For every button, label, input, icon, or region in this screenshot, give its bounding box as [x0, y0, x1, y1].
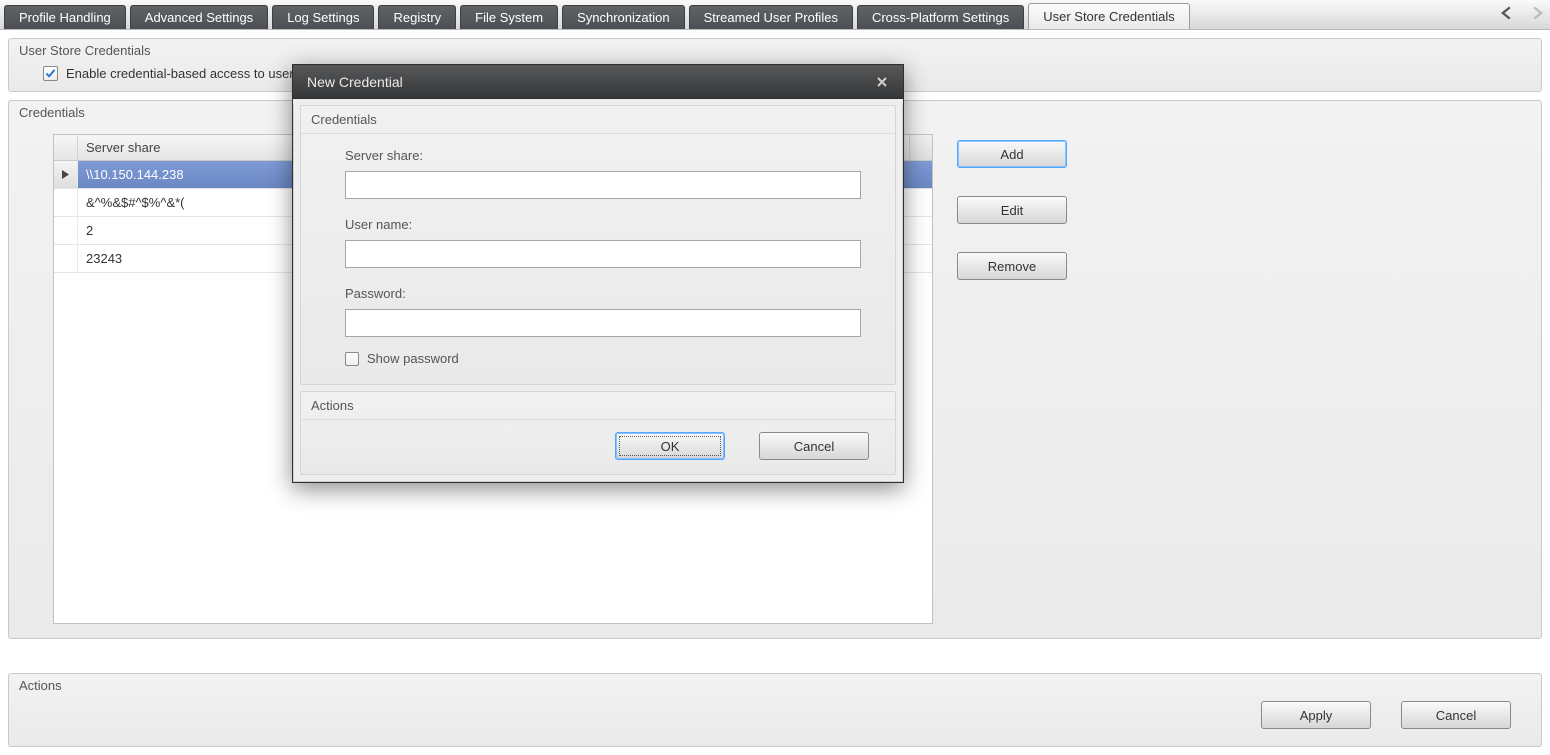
tab-scroll-right-icon [1530, 4, 1544, 22]
add-button[interactable]: Add [957, 140, 1067, 168]
dialog-credentials-section: Credentials Server share: User name: Pas… [300, 105, 896, 385]
tab-cross-platform-settings[interactable]: Cross-Platform Settings [857, 5, 1024, 29]
dialog-actions-section-title: Actions [301, 392, 895, 420]
row-selected-marker-icon [54, 161, 78, 188]
tab-user-store-credentials[interactable]: User Store Credentials [1028, 3, 1190, 29]
group-actions: Actions Apply Cancel [8, 673, 1542, 747]
password-label: Password: [345, 286, 851, 301]
tab-advanced-settings[interactable]: Advanced Settings [130, 5, 268, 29]
user-name-label: User name: [345, 217, 851, 232]
dialog-actions-section: Actions OK Cancel [300, 391, 896, 475]
actions-section-title: Actions [9, 674, 1541, 697]
dialog-credentials-section-title: Credentials [301, 106, 895, 134]
user-name-input[interactable] [345, 240, 861, 268]
cancel-button[interactable]: Cancel [1401, 701, 1511, 729]
remove-button[interactable]: Remove [957, 252, 1067, 280]
dialog-cancel-button[interactable]: Cancel [759, 432, 869, 460]
tab-strip: Profile Handling Advanced Settings Log S… [0, 0, 1550, 30]
tab-log-settings[interactable]: Log Settings [272, 5, 374, 29]
server-share-label: Server share: [345, 148, 851, 163]
enable-credential-access-checkbox[interactable] [43, 66, 58, 81]
new-credential-dialog: New Credential Credentials Server share:… [292, 64, 904, 483]
tab-synchronization[interactable]: Synchronization [562, 5, 685, 29]
dialog-close-icon[interactable] [873, 73, 891, 91]
show-password-checkbox[interactable] [345, 352, 359, 366]
tab-profile-handling[interactable]: Profile Handling [4, 5, 126, 29]
enable-credential-access-label: Enable credential-based access to user s… [66, 66, 326, 81]
password-input[interactable] [345, 309, 861, 337]
tab-scroll-left-icon[interactable] [1500, 4, 1514, 22]
tab-streamed-user-profiles[interactable]: Streamed User Profiles [689, 5, 853, 29]
edit-button[interactable]: Edit [957, 196, 1067, 224]
row-marker-header [54, 135, 78, 160]
table-scrollbar-header [910, 135, 932, 160]
dialog-ok-button[interactable]: OK [615, 432, 725, 460]
page-title: User Store Credentials [9, 39, 1541, 62]
show-password-label: Show password [367, 351, 459, 366]
tab-file-system[interactable]: File System [460, 5, 558, 29]
apply-button[interactable]: Apply [1261, 701, 1371, 729]
tab-registry[interactable]: Registry [378, 5, 456, 29]
dialog-title: New Credential [307, 74, 403, 90]
server-share-input[interactable] [345, 171, 861, 199]
